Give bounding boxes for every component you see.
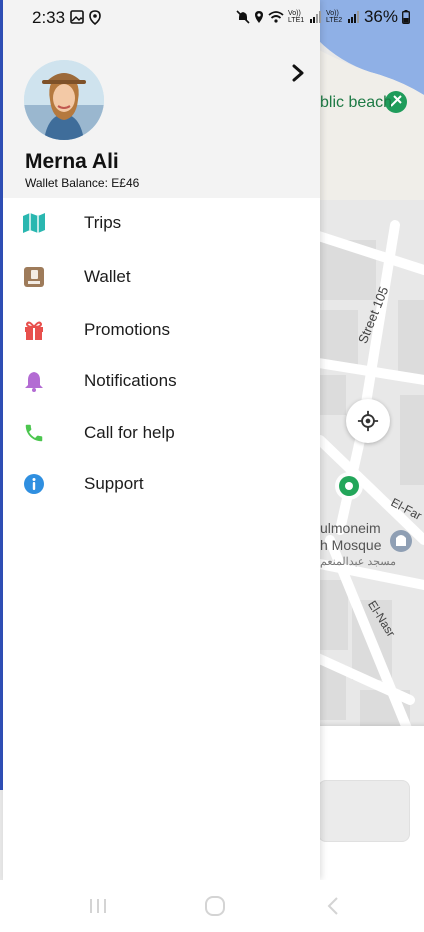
status-right-cluster: Vo)) LTE1 Vo)) LTE2 36% [236,7,410,27]
location-pin-icon [89,10,101,25]
network-lte1: Vo)) LTE1 [287,10,305,24]
network-lte2: Vo)) LTE2 [325,10,343,24]
user-name: Merna Ali [25,150,119,173]
status-bar: 2:33 Vo)) LTE1 Vo)) LTE2 36% [0,0,424,36]
navigation-drawer: Merna Ali Wallet Balance: E£46 Trips Wal… [3,0,320,880]
menu-item-label: Wallet [84,267,131,286]
avatar[interactable] [24,60,104,140]
map-icon [21,210,47,236]
menu-item-label: Promotions [84,320,170,339]
crosshair-icon [357,410,379,432]
menu-item-trips[interactable]: Trips [3,200,320,246]
destination-field[interactable] [318,780,410,842]
battery-percent: 36% [363,7,398,26]
map-label-beach: blic beach [320,94,393,111]
menu-item-label: Support [84,474,144,493]
home-icon [205,896,225,916]
wallet-icon [21,264,47,290]
phone-icon [21,420,47,446]
back-button[interactable] [313,892,353,920]
home-button[interactable] [195,892,235,920]
system-nav-bar [0,880,424,932]
gift-icon [21,317,47,343]
battery-icon [402,10,410,24]
menu-item-promotions[interactable]: Promotions [3,307,320,353]
map-label-mosque-arabic: مسجد عبدالمنعم [320,556,397,568]
menu-item-notifications[interactable]: Notifications [3,358,320,404]
image-icon [70,10,84,24]
wallet-balance: Wallet Balance: E£46 [25,176,140,190]
map-label-mosque-line2: h Mosque [320,537,382,553]
profile-chevron-button[interactable] [283,58,313,88]
back-icon [327,897,338,915]
menu-item-wallet[interactable]: Wallet [3,254,320,300]
location-icon [254,11,263,23]
signal-icon [347,11,359,23]
menu-item-call-for-help[interactable]: Call for help [3,410,320,456]
mute-icon [236,10,250,24]
recent-apps-icon [90,899,106,913]
menu-item-label: Trips [84,213,122,232]
menu-item-support[interactable]: Support [3,461,320,507]
chevron-right-icon [292,64,304,82]
locate-me-button[interactable] [346,399,390,443]
menu-item-label: Call for help [84,423,175,442]
info-icon [21,471,47,497]
signal-icon [309,11,321,23]
recent-apps-button[interactable] [78,892,118,920]
bell-icon [21,368,47,394]
status-time: 2:33 [32,8,66,27]
menu-item-label: Notifications [84,371,177,390]
wifi-icon [268,11,284,23]
map-label-mosque-line1: ulmoneim [320,520,381,536]
